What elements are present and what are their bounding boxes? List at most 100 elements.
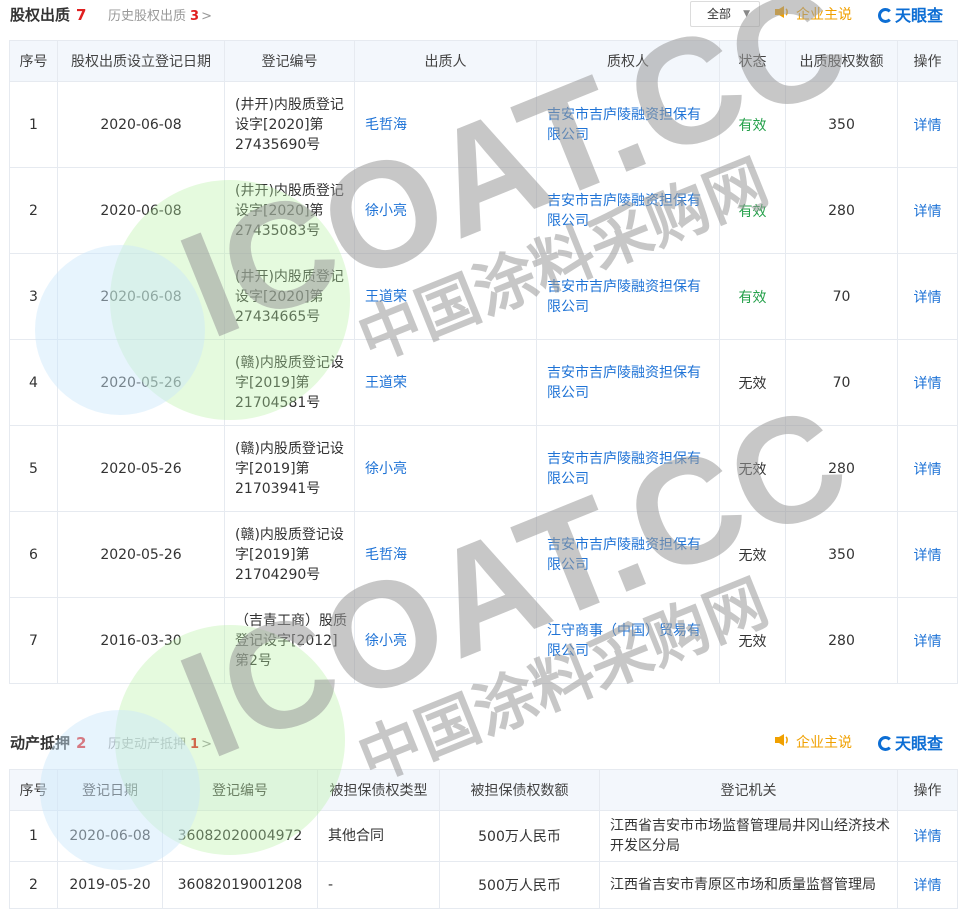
mortgage-section-title: 动产抵押 2 <box>10 732 86 753</box>
pledge-amount: 280 <box>785 167 898 254</box>
status-badge: 有效 <box>719 167 786 254</box>
pledgee-link[interactable]: 吉安市吉庐陵融资担保有限公司 <box>536 425 720 512</box>
status-badge: 有效 <box>719 253 786 340</box>
details-link[interactable]: 详情 <box>897 81 958 168</box>
pledgee-link[interactable]: 吉安市吉庐陵融资担保有限公司 <box>536 81 720 168</box>
enterprise-say-link[interactable]: 企业主说 <box>774 732 852 752</box>
details-link[interactable]: 详情 <box>897 425 958 512</box>
pledge-amount: 350 <box>785 511 898 598</box>
registration-number: (赣)内股质登记设字[2019]第21704581号 <box>224 339 355 426</box>
secured-claim-type: - <box>317 861 440 909</box>
pledgor-link[interactable]: 王道荣 <box>354 253 537 340</box>
col-header: 操作 <box>897 769 958 811</box>
col-header: 出质股权数额 <box>785 40 898 82</box>
tianyancha-c-icon <box>878 8 893 23</box>
pledge-history-label: 历史股权出质 <box>108 9 187 24</box>
tianyancha-logo: 天眼查 <box>878 730 943 754</box>
status-badge: 无效 <box>719 597 786 684</box>
pledge-amount: 280 <box>785 425 898 512</box>
details-link[interactable]: 详情 <box>897 339 958 426</box>
table-row: 4 2020-05-26 (赣)内股质登记设字[2019]第21704581号 王道荣… <box>9 339 958 426</box>
tianyancha-logo: 天眼查 <box>878 2 943 26</box>
chevron-right-icon: > <box>201 9 212 24</box>
tianyancha-c-icon <box>878 736 893 751</box>
status-badge: 无效 <box>719 339 786 426</box>
secured-claim-amount: 500万人民币 <box>439 810 600 862</box>
pledge-date: 2020-06-08 <box>57 167 225 254</box>
registration-authority: 江西省吉安市市场监督管理局井冈山经济技术开发区分局 <box>599 810 898 862</box>
pledge-table-header: 序号 股权出质设立登记日期 登记编号 出质人 质权人 状态 出质股权数额 操作 <box>9 40 958 82</box>
row-number: 1 <box>9 810 58 862</box>
pledge-date: 2020-05-26 <box>57 511 225 598</box>
pledgee-link[interactable]: 吉安市吉庐陵融资担保有限公司 <box>536 511 720 598</box>
table-row: 2 2020-06-08 (井开)内股质登记设字[2020]第27435083号 徐小… <box>9 167 958 254</box>
speaker-icon <box>774 733 790 751</box>
mortgage-section-header: 动产抵押 2 历史动产抵押 1 > 企业主说 天眼查 <box>0 728 980 758</box>
secured-claim-amount: 500万人民币 <box>439 861 600 909</box>
mortgage-history-count: 1 <box>190 737 200 752</box>
pledgee-link[interactable]: 吉安市吉庐陵融资担保有限公司 <box>536 167 720 254</box>
enterprise-say-link[interactable]: 企业主说 <box>774 4 852 24</box>
col-header: 登记编号 <box>162 769 318 811</box>
caret-down-icon: ▼ <box>743 9 750 19</box>
chevron-right-icon: > <box>201 737 212 752</box>
details-link[interactable]: 详情 <box>897 511 958 598</box>
enterprise-say-label: 企业主说 <box>796 735 852 751</box>
col-header: 操作 <box>897 40 958 82</box>
registration-number: (井开)内股质登记设字[2020]第27435083号 <box>224 167 355 254</box>
pledgor-link[interactable]: 王道荣 <box>354 339 537 426</box>
pledge-date: 2020-06-08 <box>57 81 225 168</box>
pledgee-link[interactable]: 吉安市吉庐陵融资担保有限公司 <box>536 253 720 340</box>
registration-date: 2020-06-08 <box>57 810 163 862</box>
col-header: 股权出质设立登记日期 <box>57 40 225 82</box>
registration-number: (井开)内股质登记设字[2020]第27434665号 <box>224 253 355 340</box>
pledgor-link[interactable]: 毛哲海 <box>354 511 537 598</box>
registration-number: (井开)内股质登记设字[2020]第27435690号 <box>224 81 355 168</box>
details-link[interactable]: 详情 <box>897 597 958 684</box>
pledge-history-link[interactable]: 历史股权出质 3 > <box>108 5 212 24</box>
col-header: 序号 <box>9 40 58 82</box>
table-row: 2 2019-05-20 36082019001208-500万人民币 江西省吉安市青… <box>9 861 958 909</box>
registration-number: 36082019001208 <box>162 861 318 909</box>
col-header: 登记编号 <box>224 40 355 82</box>
row-number: 4 <box>9 339 58 426</box>
table-row: 7 2016-03-30 （吉青工商）股质登记设字[2012]第2号 徐小亮 江守商事（… <box>9 597 958 684</box>
pledge-count: 7 <box>76 6 87 24</box>
status-badge: 无效 <box>719 511 786 598</box>
tianyancha-logo-text: 天眼查 <box>895 734 944 753</box>
pledge-history-count: 3 <box>190 9 200 24</box>
registration-authority: 江西省吉安市青原区市场和质量监督管理局 <box>599 861 898 909</box>
pledge-section-header: 股权出质 7 历史股权出质 3 > 全部 ▼ 企业主说 天眼查 <box>0 0 980 30</box>
pledge-filter-dropdown[interactable]: 全部 ▼ <box>690 1 760 27</box>
status-badge: 有效 <box>719 81 786 168</box>
mortgage-table-header: 序号 登记日期 登记编号 被担保债权类型 被担保债权数额 登记机关 操作 <box>9 769 958 811</box>
col-header: 被担保债权数额 <box>439 769 600 811</box>
mortgage-title-text: 动产抵押 <box>10 734 71 752</box>
mortgage-history-link[interactable]: 历史动产抵押 1 > <box>108 733 212 752</box>
mortgage-history-label: 历史动产抵押 <box>108 737 187 752</box>
details-link[interactable]: 详情 <box>897 861 958 909</box>
details-link[interactable]: 详情 <box>897 167 958 254</box>
row-number: 3 <box>9 253 58 340</box>
pledge-date: 2020-05-26 <box>57 425 225 512</box>
pledge-date: 2020-05-26 <box>57 339 225 426</box>
enterprise-say-label: 企业主说 <box>796 7 852 23</box>
pledgor-link[interactable]: 徐小亮 <box>354 597 537 684</box>
registration-number: (赣)内股质登记设字[2019]第21704290号 <box>224 511 355 598</box>
col-header: 出质人 <box>354 40 537 82</box>
details-link[interactable]: 详情 <box>897 253 958 340</box>
pledgor-link[interactable]: 徐小亮 <box>354 167 537 254</box>
status-badge: 无效 <box>719 425 786 512</box>
tianyancha-logo-text: 天眼查 <box>895 6 944 25</box>
pledgor-link[interactable]: 毛哲海 <box>354 81 537 168</box>
details-link[interactable]: 详情 <box>897 810 958 862</box>
table-row: 6 2020-05-26 (赣)内股质登记设字[2019]第21704290号 毛哲海… <box>9 511 958 598</box>
pledgor-link[interactable]: 徐小亮 <box>354 425 537 512</box>
table-row: 1 2020-06-08 (井开)内股质登记设字[2020]第27435690号 毛哲… <box>9 81 958 168</box>
registration-number: (赣)内股质登记设字[2019]第21703941号 <box>224 425 355 512</box>
pledgee-link[interactable]: 江守商事（中国）贸易有限公司 <box>536 597 720 684</box>
mortgage-count: 2 <box>76 734 87 752</box>
secured-claim-type: 其他合同 <box>317 810 440 862</box>
table-row: 3 2020-06-08 (井开)内股质登记设字[2020]第27434665号 王道… <box>9 253 958 340</box>
pledgee-link[interactable]: 吉安市吉庐陵融资担保有限公司 <box>536 339 720 426</box>
